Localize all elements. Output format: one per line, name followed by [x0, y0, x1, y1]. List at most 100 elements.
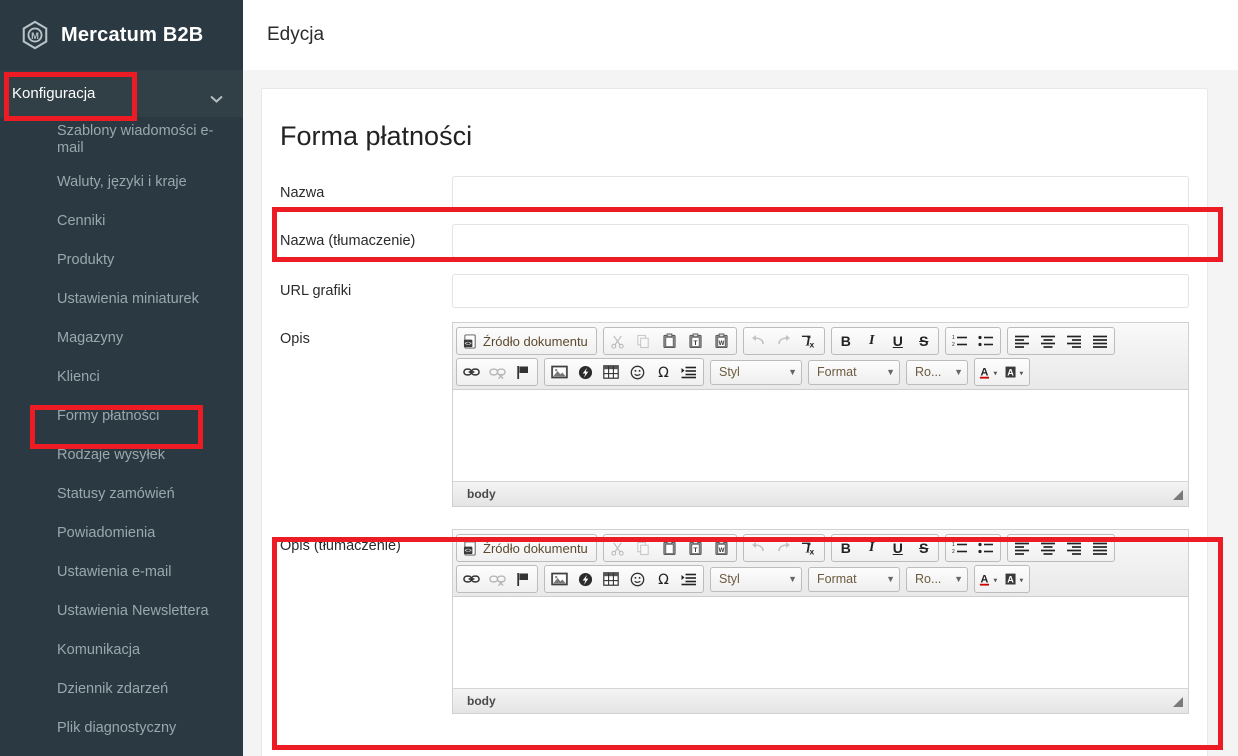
paste-from-word-icon[interactable]: W: [709, 329, 735, 353]
brand-header: M Mercatum B2B: [0, 0, 243, 70]
flash-icon[interactable]: [572, 567, 598, 591]
remove-format-icon[interactable]: Ix: [797, 536, 823, 560]
copy-icon[interactable]: [631, 536, 657, 560]
table-icon[interactable]: [598, 360, 624, 384]
editor-opis-path[interactable]: body: [467, 487, 496, 501]
format-combo[interactable]: Format ▼: [808, 359, 900, 385]
resize-grip-icon[interactable]: [1170, 487, 1184, 501]
bold-button[interactable]: B: [833, 329, 859, 353]
bold-button[interactable]: B: [833, 536, 859, 560]
sidebar-item-powiadomienia[interactable]: Powiadomienia: [0, 514, 243, 553]
paste-icon[interactable]: [657, 329, 683, 353]
table-icon[interactable]: [598, 567, 624, 591]
align-right-icon[interactable]: [1061, 329, 1087, 353]
italic-label: I: [869, 333, 875, 348]
copy-icon[interactable]: [631, 329, 657, 353]
cut-scissors-icon[interactable]: [605, 536, 631, 560]
source-icon-button[interactable]: <> Źródło dokumentu: [458, 329, 595, 353]
redo-arrow-icon[interactable]: [771, 536, 797, 560]
sidebar-item-dziennik-zdarzen[interactable]: Dziennik zdarzeń: [0, 670, 243, 709]
paste-from-word-icon[interactable]: W: [709, 536, 735, 560]
page-break-icon[interactable]: [676, 360, 702, 384]
sidebar-item-klienci[interactable]: Klienci: [0, 358, 243, 397]
resize-grip-icon[interactable]: [1170, 694, 1184, 708]
unlink-icon[interactable]: [484, 567, 510, 591]
page-break-icon[interactable]: [676, 567, 702, 591]
source-icon-button[interactable]: <> Źródło dokumentu: [458, 536, 595, 560]
remove-format-icon[interactable]: Ix: [797, 329, 823, 353]
undo-arrow-icon[interactable]: [745, 536, 771, 560]
editor-opis-tlumaczenie-content[interactable]: [453, 597, 1188, 689]
link-icon[interactable]: [458, 360, 484, 384]
text-color-icon[interactable]: A ▾: [976, 567, 1002, 591]
paste-as-plain-text-icon[interactable]: T: [683, 536, 709, 560]
input-url-grafiki[interactable]: [452, 274, 1189, 308]
omega-special-character-icon[interactable]: Ω: [650, 567, 676, 591]
flash-icon[interactable]: [572, 360, 598, 384]
editor-opis-tlumaczenie-path[interactable]: body: [467, 694, 496, 708]
bulleted-list-icon[interactable]: [973, 329, 999, 353]
numbered-list-icon[interactable]: 12: [947, 329, 973, 353]
editor-opis-content[interactable]: [453, 390, 1188, 482]
sidebar-item-ustawienia-miniaturek[interactable]: Ustawienia miniaturek: [0, 280, 243, 319]
sidebar-item-komunikacja[interactable]: Komunikacja: [0, 631, 243, 670]
text-color-icon[interactable]: A ▾: [976, 360, 1002, 384]
paste-as-plain-text-icon[interactable]: T: [683, 329, 709, 353]
sidebar-item-formy-platnosci[interactable]: Formy płatności: [0, 397, 243, 436]
italic-button[interactable]: I: [859, 536, 885, 560]
align-justify-icon[interactable]: [1087, 329, 1113, 353]
sidebar-item-plik-diagnostyczny[interactable]: Plik diagnostyczny: [0, 709, 243, 748]
strikethrough-button[interactable]: S: [911, 536, 937, 560]
svg-text:x: x: [810, 546, 815, 555]
svg-text:W: W: [719, 547, 725, 554]
undo-arrow-icon[interactable]: [745, 329, 771, 353]
align-justify-icon[interactable]: [1087, 536, 1113, 560]
input-nazwa-tlumaczenie[interactable]: [452, 224, 1189, 258]
sidebar-item-ustawienia-newslettera[interactable]: Ustawienia Newslettera: [0, 592, 243, 631]
format-combo[interactable]: Format ▼: [808, 566, 900, 592]
omega-special-character-icon[interactable]: Ω: [650, 360, 676, 384]
underline-button[interactable]: U: [885, 329, 911, 353]
style-combo[interactable]: Styl ▼: [710, 359, 802, 385]
bold-label: B: [840, 540, 851, 556]
svg-text:A: A: [1007, 574, 1014, 584]
smiley-icon[interactable]: [624, 567, 650, 591]
sidebar-item-waluty-jezyki-kraje[interactable]: Waluty, języki i kraje: [0, 163, 243, 202]
sidebar-item-statusy-zamowien[interactable]: Statusy zamówień: [0, 475, 243, 514]
anchor-flag-icon[interactable]: [510, 567, 536, 591]
align-left-icon[interactable]: [1009, 329, 1035, 353]
sidebar-group-konfiguracja[interactable]: Konfiguracja: [0, 70, 243, 117]
input-nazwa[interactable]: [452, 176, 1189, 210]
image-icon[interactable]: [546, 567, 572, 591]
redo-arrow-icon[interactable]: [771, 329, 797, 353]
sidebar-item-rodzaje-wysylek[interactable]: Rodzaje wysyłek: [0, 436, 243, 475]
link-icon[interactable]: [458, 567, 484, 591]
chevron-down-icon: ▼: [788, 367, 797, 377]
smiley-icon[interactable]: [624, 360, 650, 384]
cut-scissors-icon[interactable]: [605, 329, 631, 353]
sidebar-item-produkty[interactable]: Produkty: [0, 241, 243, 280]
style-combo[interactable]: Styl ▼: [710, 566, 802, 592]
italic-button[interactable]: I: [859, 329, 885, 353]
sidebar-item-cenniki[interactable]: Cenniki: [0, 202, 243, 241]
image-icon[interactable]: [546, 360, 572, 384]
paste-icon[interactable]: [657, 536, 683, 560]
font-combo[interactable]: Ro... ▼: [906, 359, 968, 385]
background-color-icon[interactable]: A ▾: [1002, 567, 1028, 591]
sidebar-item-ustawienia-email[interactable]: Ustawienia e-mail: [0, 553, 243, 592]
group2-lists: 12: [944, 534, 1001, 562]
sidebar-item-szablony-wiadomosci-email[interactable]: Szablony wiadomości e-mail: [0, 117, 243, 163]
background-color-icon[interactable]: A ▾: [1002, 360, 1028, 384]
align-center-icon[interactable]: [1035, 329, 1061, 353]
underline-button[interactable]: U: [885, 536, 911, 560]
anchor-flag-icon[interactable]: [510, 360, 536, 384]
unlink-icon[interactable]: [484, 360, 510, 384]
font-combo[interactable]: Ro... ▼: [906, 566, 968, 592]
align-left-icon[interactable]: [1009, 536, 1035, 560]
strikethrough-button[interactable]: S: [911, 329, 937, 353]
align-center-icon[interactable]: [1035, 536, 1061, 560]
align-right-icon[interactable]: [1061, 536, 1087, 560]
numbered-list-icon[interactable]: 12: [947, 536, 973, 560]
sidebar-item-magazyny[interactable]: Magazyny: [0, 319, 243, 358]
bulleted-list-icon[interactable]: [973, 536, 999, 560]
